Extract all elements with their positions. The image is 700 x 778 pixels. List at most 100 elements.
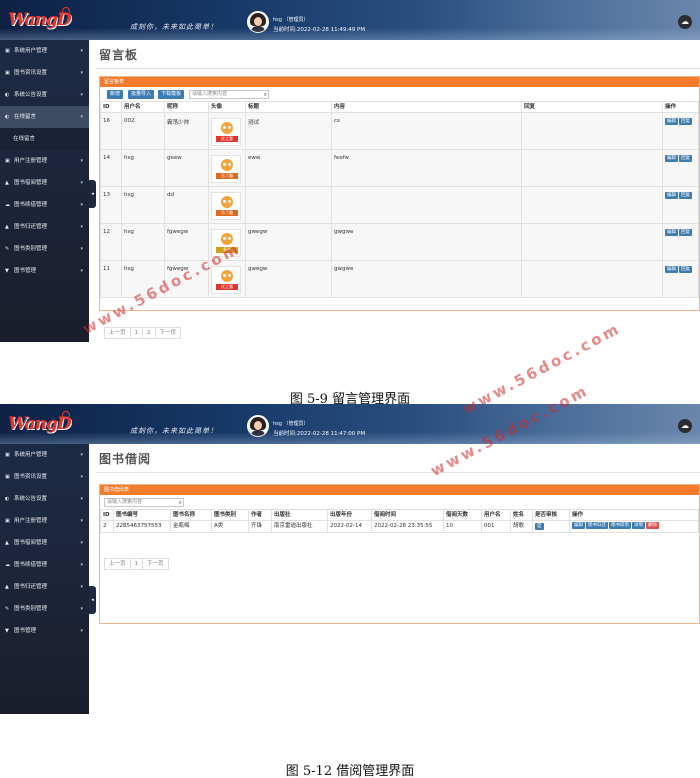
- cell-username: hsg: [121, 149, 165, 187]
- screenshot-message-board: WangD 成刻你，未来如此简单！ hsg （管理员） 当前时间:2022-02…: [0, 0, 700, 342]
- chevron-down-icon: ▾: [80, 496, 83, 502]
- sidebar-item-label: 系统用户管理: [14, 452, 48, 458]
- chevron-left-icon[interactable]: ◂: [89, 586, 96, 614]
- sidebar: ▣ 系统用户管理 ▾ ▣ 图书资讯设置 ▾ ◐ 系统公告设置 ▾ ▣ 用户注册管理 ▾ ▲ 图书借阅管理 ▾…: [0, 444, 89, 714]
- sidebar-item[interactable]: ◐ 系统公告设置 ▾: [0, 84, 89, 106]
- cell-actions: 编辑 回复: [662, 260, 699, 298]
- edit-button[interactable]: 编辑: [665, 192, 678, 199]
- sidebar-item[interactable]: ▲ 图书借阅管理 ▾: [0, 172, 89, 194]
- sidebar-item[interactable]: ☁ 图书续借管理 ▾: [0, 554, 89, 576]
- sidebar-item-label: 系统公告设置: [14, 496, 48, 502]
- cell-audited: 是: [532, 520, 570, 533]
- sidebar-item[interactable]: ▲ 图书归还管理 ▾: [0, 576, 89, 598]
- admin-avatar[interactable]: [247, 11, 269, 33]
- search-icon[interactable]: ⌕: [179, 499, 182, 506]
- page-title: 留言板: [99, 48, 139, 62]
- borrow-panel: 图书借阅表 请输入搜索内容 ⌕ ID 图书编号 图书名称 图书类别 作者 出版社 出版年份借…: [99, 484, 700, 624]
- sidebar-item[interactable]: ▣ 用户注册管理 ▾: [0, 150, 89, 172]
- sidebar-item[interactable]: ✎ 图书类别管理 ▾: [0, 238, 89, 260]
- next-page-button[interactable]: 下一页: [142, 558, 169, 570]
- search-input[interactable]: 请输入搜索内容 ⌕: [104, 498, 184, 507]
- logo: WangD: [8, 10, 72, 30]
- chevron-down-icon: ▾: [80, 606, 83, 612]
- column-header: 图书名称: [170, 509, 212, 521]
- edit-button[interactable]: 编辑: [665, 118, 678, 125]
- cell-username: hsg: [121, 186, 165, 224]
- edit-button[interactable]: 编辑: [665, 266, 678, 273]
- avatar-tag: 乐了趣: [216, 210, 238, 216]
- prev-page-button[interactable]: 上一页: [104, 558, 131, 570]
- column-header: 借阅天数: [443, 509, 482, 521]
- edit-button[interactable]: 编辑: [665, 229, 678, 236]
- sidebar-item[interactable]: ✎ 图书类别管理 ▾: [0, 598, 89, 620]
- edit-button[interactable]: 编辑: [572, 522, 585, 529]
- sidebar-item-label: 图书归还管理: [14, 224, 48, 230]
- reply-button[interactable]: 回复: [679, 118, 692, 125]
- page-number-button[interactable]: 2: [142, 327, 156, 339]
- sidebar-item[interactable]: ◐ 系统公告设置 ▾: [0, 488, 89, 510]
- cell-reply: [521, 260, 663, 298]
- add-button[interactable]: 新增: [107, 90, 124, 99]
- sidebar-item[interactable]: ▣ 用户注册管理 ▾: [0, 510, 89, 532]
- main-content: 图书借阅 图书借阅表 请输入搜索内容 ⌕ ID 图书编号 图书名称 图书类别 作者 出版社…: [96, 444, 700, 714]
- sidebar-item-label: 图书借阅管理: [14, 180, 48, 186]
- sidebar-subitem[interactable]: 在线留言: [0, 128, 89, 150]
- column-header: ID: [100, 101, 122, 113]
- sidebar-item[interactable]: ▼ 图书管理 ▾: [0, 620, 89, 642]
- chevron-down-icon: ▾: [80, 584, 83, 590]
- chevron-down-icon: ▾: [80, 628, 83, 634]
- menu-icon: ✎: [5, 606, 10, 612]
- pagination: 上一页 1 2 下一页: [104, 327, 182, 339]
- chevron-down-icon: ▾: [80, 92, 83, 98]
- cell-actions: 编辑 回复: [662, 186, 699, 224]
- prev-page-button[interactable]: 上一页: [104, 327, 131, 339]
- cell-avatar: 乐了趣: [208, 186, 246, 224]
- sidebar-item[interactable]: ▣ 图书资讯设置 ▾: [0, 466, 89, 488]
- column-header: ID: [100, 509, 114, 521]
- sidebar-item[interactable]: ▣ 系统用户管理 ▾: [0, 444, 89, 466]
- cell-id: 12: [100, 223, 122, 261]
- sidebar-item[interactable]: ▣ 图书资讯设置 ▾: [0, 62, 89, 84]
- chevron-left-icon[interactable]: ◂: [89, 180, 96, 208]
- cell-author: 齐锋: [248, 520, 272, 533]
- reply-button[interactable]: 回复: [679, 192, 692, 199]
- search-icon[interactable]: ⌕: [264, 91, 267, 98]
- detail-button[interactable]: 详情: [632, 522, 645, 529]
- sidebar-item[interactable]: ☁ 图书续借管理 ▾: [0, 194, 89, 216]
- sidebar-item[interactable]: ▣ 系统用户管理 ▾: [0, 40, 89, 62]
- cell-actions: 编辑 回复: [662, 112, 699, 150]
- next-page-button[interactable]: 下一页: [154, 327, 182, 339]
- search-input[interactable]: 请输入搜索内容 ⌕: [189, 90, 269, 99]
- page-number-button[interactable]: 1: [129, 558, 144, 570]
- cell-category: A类: [211, 520, 249, 533]
- edit-button[interactable]: 编辑: [665, 155, 678, 162]
- logo-ring-icon: [62, 7, 70, 15]
- cell-reply: [521, 149, 663, 187]
- cell-avatar: 优之惠: [208, 112, 246, 150]
- sidebar-item[interactable]: ▼ 图书管理 ▾: [0, 260, 89, 282]
- sidebar-item-label: 图书资讯设置: [14, 70, 48, 76]
- cloud-icon[interactable]: ☁: [678, 15, 692, 29]
- return-book-button[interactable]: 图书归还: [586, 522, 608, 529]
- chevron-down-icon: ▾: [80, 540, 83, 546]
- cell-book-no: 2285463757553: [113, 520, 171, 533]
- reply-button[interactable]: 回复: [679, 229, 692, 236]
- reply-button[interactable]: 回复: [679, 155, 692, 162]
- mascot-eye: [228, 274, 231, 277]
- batch-import-button[interactable]: 批量导入: [128, 90, 155, 99]
- reply-button[interactable]: 回复: [679, 266, 692, 273]
- menu-icon: ▲: [5, 584, 9, 590]
- sidebar-item[interactable]: ▲ 图书归还管理 ▾: [0, 216, 89, 238]
- sidebar-item-label: 系统公告设置: [14, 92, 48, 98]
- cloud-icon[interactable]: ☁: [678, 419, 692, 433]
- delete-button[interactable]: 删除: [646, 522, 659, 529]
- download-template-button[interactable]: 下载模板: [158, 90, 185, 99]
- cell-nickname: 霸荡少帅: [164, 112, 209, 150]
- menu-icon: ▣: [5, 48, 10, 54]
- page-number-button[interactable]: 1: [129, 327, 144, 339]
- mascot-eye: [228, 126, 231, 129]
- sidebar-item[interactable]: ▲ 图书借阅管理 ▾: [0, 532, 89, 554]
- sidebar-item[interactable]: ◐ 在线留言 ▾: [0, 106, 89, 128]
- renew-book-button[interactable]: 图书续借: [609, 522, 631, 529]
- admin-avatar[interactable]: [247, 415, 269, 437]
